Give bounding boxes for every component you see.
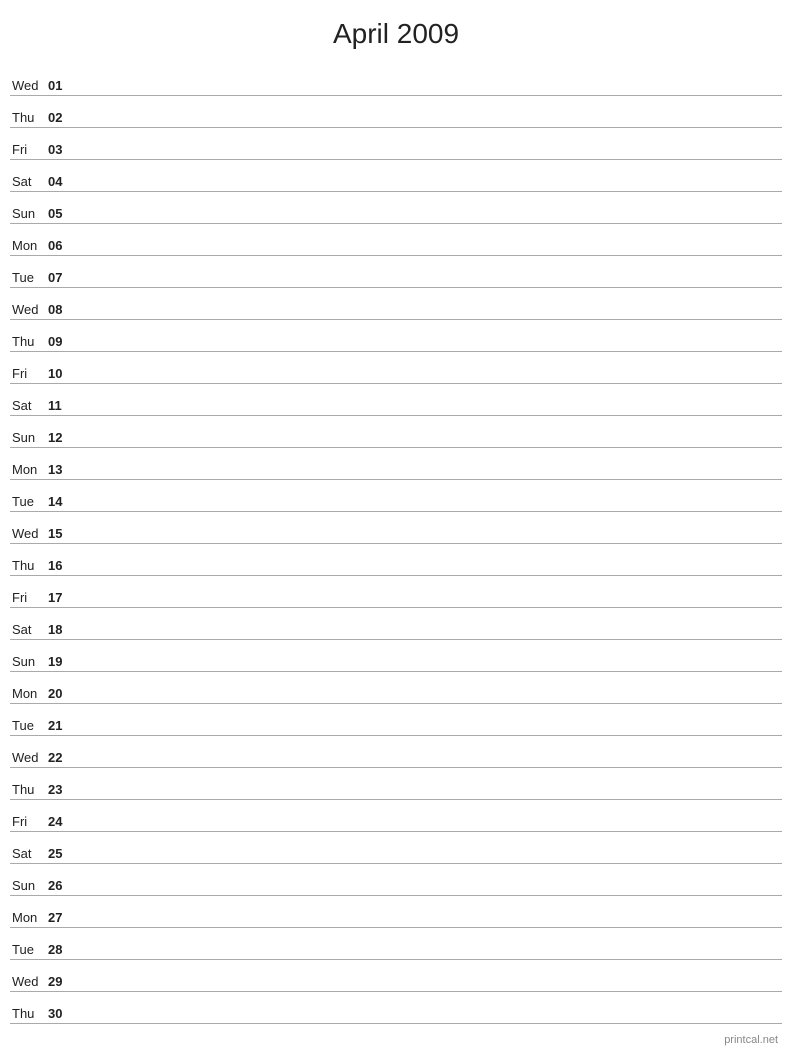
day-number: 04 (48, 174, 76, 189)
day-name: Mon (10, 910, 48, 925)
day-row: Sun12 (10, 416, 782, 448)
day-number: 14 (48, 494, 76, 509)
day-row: Mon27 (10, 896, 782, 928)
day-row: Sun05 (10, 192, 782, 224)
day-number: 22 (48, 750, 76, 765)
day-row: Thu16 (10, 544, 782, 576)
day-row: Tue14 (10, 480, 782, 512)
day-name: Mon (10, 238, 48, 253)
day-row: Wed08 (10, 288, 782, 320)
day-name: Tue (10, 270, 48, 285)
day-number: 20 (48, 686, 76, 701)
day-row: Tue28 (10, 928, 782, 960)
day-row: Thu30 (10, 992, 782, 1024)
day-name: Fri (10, 814, 48, 829)
day-number: 12 (48, 430, 76, 445)
day-name: Thu (10, 110, 48, 125)
day-number: 19 (48, 654, 76, 669)
day-row: Tue07 (10, 256, 782, 288)
day-row: Sat04 (10, 160, 782, 192)
day-name: Tue (10, 718, 48, 733)
day-name: Sun (10, 206, 48, 221)
day-name: Sat (10, 398, 48, 413)
day-name: Tue (10, 494, 48, 509)
day-number: 02 (48, 110, 76, 125)
day-number: 18 (48, 622, 76, 637)
day-name: Thu (10, 334, 48, 349)
day-number: 17 (48, 590, 76, 605)
day-row: Thu02 (10, 96, 782, 128)
calendar-container: Wed01Thu02Fri03Sat04Sun05Mon06Tue07Wed08… (0, 64, 792, 1024)
day-number: 15 (48, 526, 76, 541)
day-number: 01 (48, 78, 76, 93)
day-row: Tue21 (10, 704, 782, 736)
day-name: Sun (10, 654, 48, 669)
day-number: 25 (48, 846, 76, 861)
day-number: 11 (48, 398, 76, 413)
day-number: 23 (48, 782, 76, 797)
day-name: Sat (10, 174, 48, 189)
day-row: Sun19 (10, 640, 782, 672)
day-number: 21 (48, 718, 76, 733)
day-name: Wed (10, 78, 48, 93)
day-row: Mon06 (10, 224, 782, 256)
day-name: Sun (10, 430, 48, 445)
day-number: 16 (48, 558, 76, 573)
day-name: Thu (10, 1006, 48, 1021)
day-name: Wed (10, 302, 48, 317)
day-number: 24 (48, 814, 76, 829)
footer-text: printcal.net (724, 1034, 778, 1046)
day-number: 07 (48, 270, 76, 285)
day-row: Fri17 (10, 576, 782, 608)
day-row: Fri24 (10, 800, 782, 832)
day-name: Fri (10, 366, 48, 381)
day-number: 28 (48, 942, 76, 957)
day-row: Wed22 (10, 736, 782, 768)
day-row: Sat18 (10, 608, 782, 640)
day-name: Fri (10, 142, 48, 157)
day-name: Thu (10, 558, 48, 573)
day-number: 13 (48, 462, 76, 477)
day-number: 06 (48, 238, 76, 253)
day-number: 29 (48, 974, 76, 989)
day-name: Tue (10, 942, 48, 957)
day-row: Wed15 (10, 512, 782, 544)
day-name: Mon (10, 686, 48, 701)
day-name: Wed (10, 750, 48, 765)
day-row: Mon13 (10, 448, 782, 480)
day-name: Wed (10, 974, 48, 989)
day-row: Fri03 (10, 128, 782, 160)
day-number: 03 (48, 142, 76, 157)
day-number: 05 (48, 206, 76, 221)
day-number: 08 (48, 302, 76, 317)
day-number: 27 (48, 910, 76, 925)
day-name: Sun (10, 878, 48, 893)
day-row: Wed29 (10, 960, 782, 992)
day-row: Mon20 (10, 672, 782, 704)
day-row: Sun26 (10, 864, 782, 896)
day-number: 30 (48, 1006, 76, 1021)
day-name: Sat (10, 846, 48, 861)
day-name: Wed (10, 526, 48, 541)
day-name: Mon (10, 462, 48, 477)
day-row: Sat25 (10, 832, 782, 864)
day-row: Fri10 (10, 352, 782, 384)
day-name: Fri (10, 590, 48, 605)
day-name: Sat (10, 622, 48, 637)
day-number: 10 (48, 366, 76, 381)
day-name: Thu (10, 782, 48, 797)
day-row: Thu23 (10, 768, 782, 800)
day-row: Thu09 (10, 320, 782, 352)
day-number: 26 (48, 878, 76, 893)
day-row: Wed01 (10, 64, 782, 96)
page-title: April 2009 (0, 0, 792, 64)
day-row: Sat11 (10, 384, 782, 416)
day-number: 09 (48, 334, 76, 349)
